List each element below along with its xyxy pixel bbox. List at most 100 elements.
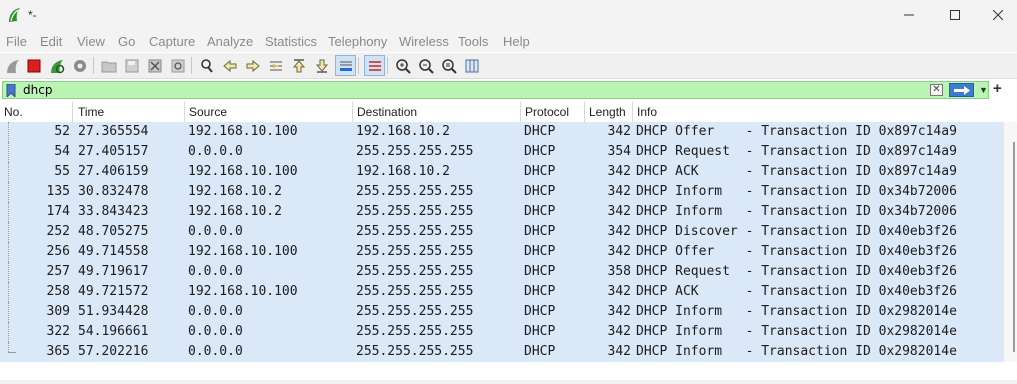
packet-length: 342: [607, 344, 631, 359]
bookmark-icon[interactable]: [6, 83, 16, 99]
zoom-in-icon[interactable]: [393, 56, 412, 75]
column-header-destination[interactable]: Destination: [357, 105, 417, 119]
packet-protocol: DHCP: [524, 264, 556, 279]
menu-telephony[interactable]: Telephony: [328, 34, 387, 49]
column-header-no[interactable]: No.: [4, 105, 23, 119]
packet-destination: 255.255.255.255: [356, 304, 474, 319]
packet-row[interactable]: 55 27.406159 192.168.10.100 192.168.10.2 DHC…: [0, 162, 1004, 182]
filter-history-dropdown-icon[interactable]: ▼: [979, 85, 988, 95]
packet-number: 135: [46, 184, 70, 199]
column-header-source[interactable]: Source: [189, 105, 227, 119]
column-header-time[interactable]: Time: [78, 105, 104, 119]
packet-row[interactable]: 365 57.202216 0.0.0.0 255.255.255.255 DHCP 34…: [0, 342, 1004, 362]
menu-capture[interactable]: Capture: [149, 34, 195, 49]
packet-row[interactable]: 256 49.714558 192.168.10.100 255.255.255.25…: [0, 242, 1004, 262]
packet-destination: 255.255.255.255: [356, 284, 474, 299]
packet-row[interactable]: 309 51.934428 0.0.0.0 255.255.255.255 DHCP 34…: [0, 302, 1004, 322]
save-file-icon[interactable]: [122, 56, 141, 75]
menu-file[interactable]: File: [6, 34, 27, 49]
go-last-packet-icon[interactable]: [312, 56, 331, 75]
close-button[interactable]: [975, 0, 1017, 30]
zoom-out-icon[interactable]: [416, 56, 435, 75]
column-divider[interactable]: [184, 102, 185, 122]
stop-capture-icon[interactable]: [24, 56, 43, 75]
maximize-button[interactable]: [932, 0, 978, 30]
menu-go[interactable]: Go: [118, 34, 135, 49]
column-header-info[interactable]: Info: [637, 105, 657, 119]
go-first-packet-icon[interactable]: [289, 56, 308, 75]
apply-filter-button[interactable]: [949, 83, 974, 97]
reload-file-icon[interactable]: [168, 56, 187, 75]
column-header-protocol[interactable]: Protocol: [525, 105, 569, 119]
packet-protocol: DHCP: [524, 184, 556, 199]
packet-destination: 255.255.255.255: [356, 324, 474, 339]
packet-row[interactable]: 257 49.719617 0.0.0.0 255.255.255.255 DHCP 35…: [0, 262, 1004, 282]
packet-info: DHCP Inform - Transaction ID 0x2982014e: [636, 304, 957, 319]
packet-length: 342: [607, 284, 631, 299]
packet-row[interactable]: 258 49.721572 192.168.10.100 255.255.255.25…: [0, 282, 1004, 302]
packet-time: 49.721572: [78, 284, 149, 299]
add-filter-button-icon[interactable]: +: [993, 80, 1002, 97]
packet-time: 27.406159: [78, 164, 149, 179]
packet-source: 0.0.0.0: [188, 144, 243, 159]
restart-capture-icon[interactable]: [47, 56, 66, 75]
packet-row[interactable]: 52 27.365554 192.168.10.100 192.168.10.2 DHC…: [0, 122, 1004, 142]
packet-destination: 255.255.255.255: [356, 344, 474, 359]
zoom-reset-icon[interactable]: [439, 56, 458, 75]
toolbar-separator: [387, 57, 388, 74]
packet-info: DHCP Inform - Transaction ID 0x2982014e: [636, 344, 957, 359]
colorize-icon[interactable]: [364, 55, 385, 76]
column-divider[interactable]: [72, 102, 73, 122]
menu-tools[interactable]: Tools: [458, 34, 488, 49]
packet-length: 342: [607, 204, 631, 219]
column-divider[interactable]: [632, 102, 633, 122]
column-divider[interactable]: [520, 102, 521, 122]
main-toolbar: [0, 53, 1017, 79]
column-divider[interactable]: [584, 102, 585, 122]
packet-source: 192.168.10.100: [188, 164, 298, 179]
packet-time: 51.934428: [78, 304, 149, 319]
find-packet-icon[interactable]: [197, 56, 216, 75]
open-file-icon[interactable]: [99, 56, 118, 75]
packet-row[interactable]: 322 54.196661 0.0.0.0 255.255.255.255 DHCP 34…: [0, 322, 1004, 342]
menu-view[interactable]: View: [77, 34, 105, 49]
pane-splitter[interactable]: [0, 380, 1017, 384]
clear-filter-icon[interactable]: ✕: [930, 84, 943, 96]
packet-source: 192.168.10.2: [188, 204, 282, 219]
column-header-length[interactable]: Length: [589, 105, 626, 119]
menu-bar: File Edit View Go Capture Analyze Statis…: [0, 30, 1017, 52]
packet-number: 252: [46, 224, 70, 239]
scrollbar-thumb[interactable]: [1013, 142, 1015, 352]
menu-wireless[interactable]: Wireless: [399, 34, 449, 49]
resize-columns-icon[interactable]: [462, 56, 481, 75]
menu-statistics[interactable]: Statistics: [265, 34, 317, 49]
packet-source: 192.168.10.2: [188, 184, 282, 199]
packet-row[interactable]: 174 33.843423 192.168.10.2 255.255.255.255 D…: [0, 202, 1004, 222]
packet-length: 342: [607, 304, 631, 319]
window-title: *-: [28, 8, 37, 22]
packet-protocol: DHCP: [524, 164, 556, 179]
packet-source: 0.0.0.0: [188, 304, 243, 319]
go-back-icon[interactable]: [220, 56, 239, 75]
menu-analyze[interactable]: Analyze: [207, 34, 253, 49]
column-divider[interactable]: [352, 102, 353, 122]
packet-length: 354: [607, 144, 631, 159]
capture-options-icon[interactable]: [70, 56, 89, 75]
packet-info: DHCP Inform - Transaction ID 0x34b72006: [636, 184, 957, 199]
start-capture-icon[interactable]: [3, 56, 22, 75]
go-to-packet-icon[interactable]: [266, 56, 285, 75]
menu-edit[interactable]: Edit: [40, 34, 62, 49]
display-filter-input[interactable]: dhcp ✕ ▼: [2, 81, 989, 99]
close-file-icon[interactable]: [145, 56, 164, 75]
packet-row[interactable]: 135 30.832478 192.168.10.2 255.255.255.255 D…: [0, 182, 1004, 202]
display-filter-text[interactable]: dhcp: [23, 83, 52, 97]
packet-info: DHCP Inform - Transaction ID 0x34b72006: [636, 204, 957, 219]
menu-help[interactable]: Help: [503, 34, 530, 49]
packet-row[interactable]: 252 48.705275 0.0.0.0 255.255.255.255 DHCP 34…: [0, 222, 1004, 242]
minimize-button[interactable]: [886, 0, 932, 30]
packet-protocol: DHCP: [524, 224, 556, 239]
packet-list-scrollbar[interactable]: [1004, 122, 1017, 362]
packet-row[interactable]: 54 27.405157 0.0.0.0 255.255.255.255 DHCP 354…: [0, 142, 1004, 162]
auto-scroll-icon[interactable]: [335, 55, 356, 76]
go-forward-icon[interactable]: [243, 56, 262, 75]
